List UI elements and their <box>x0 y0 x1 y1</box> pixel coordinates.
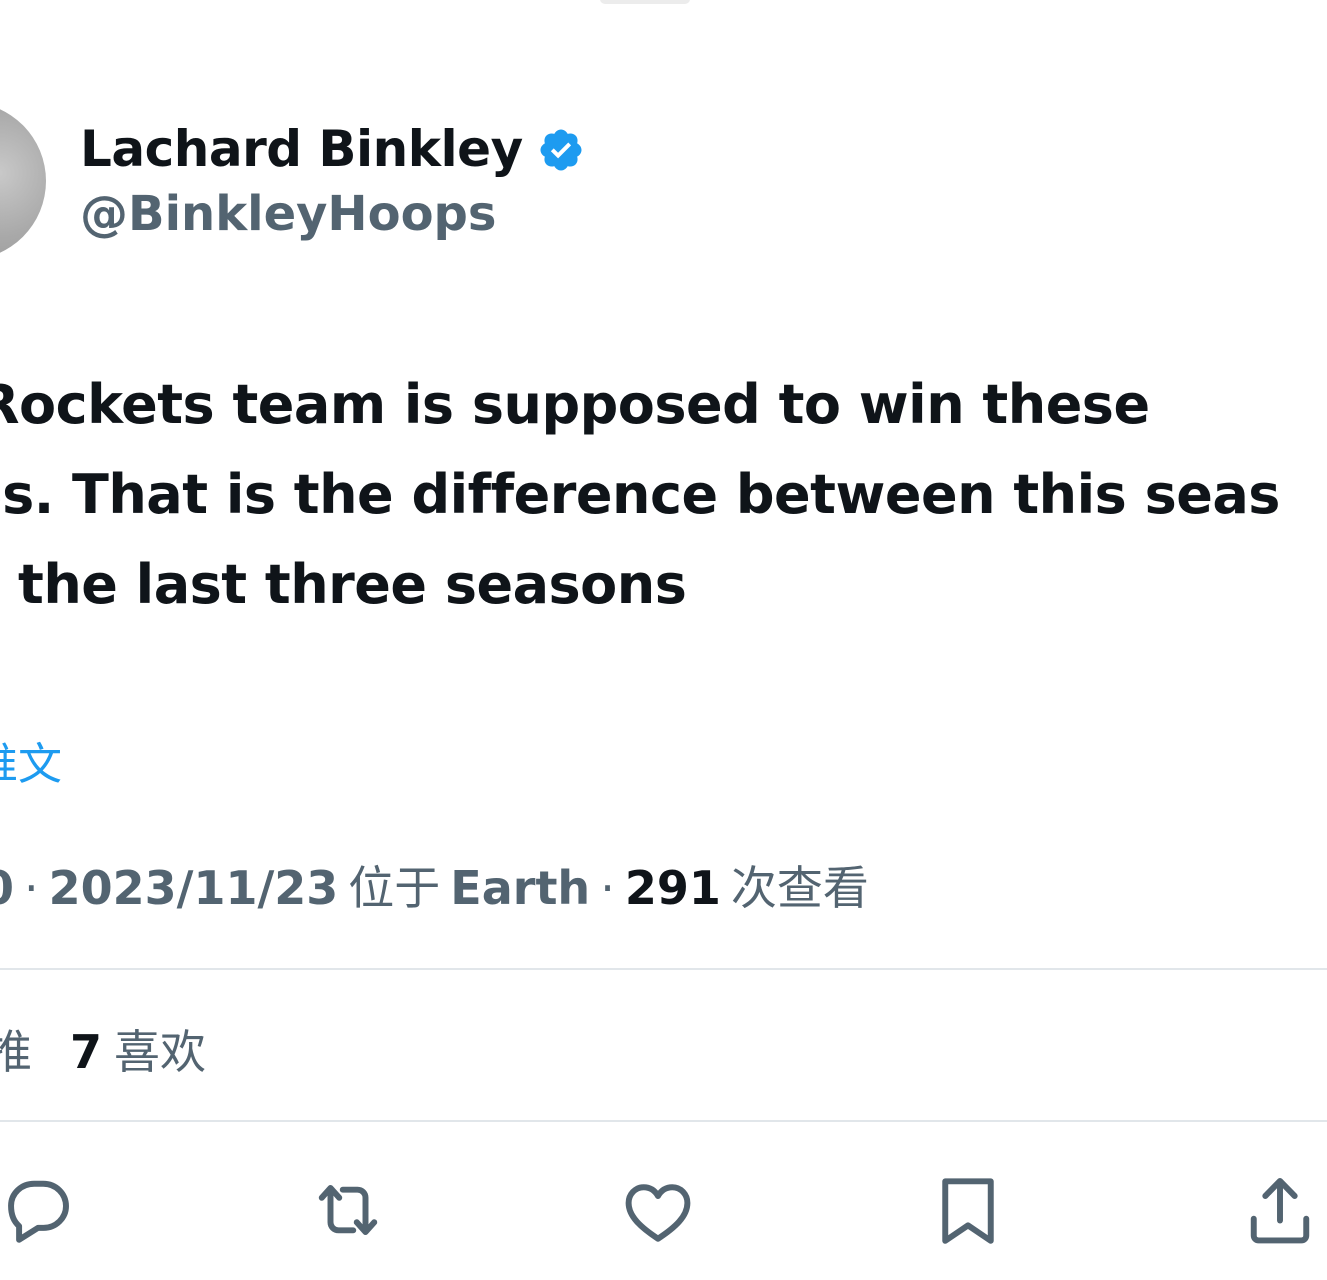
views-count: 291 <box>624 861 721 915</box>
display-name[interactable]: Lachard Binkley <box>80 120 523 178</box>
post-time[interactable]: 0 <box>0 861 14 915</box>
views-label: 次查看 <box>730 861 869 915</box>
tweet-meta: 0 · 2023/11/23 位于 Earth · 291 次查看 <box>0 852 869 918</box>
retweet-icon <box>318 1184 378 1236</box>
retweets-label[interactable]: 推 <box>0 1016 32 1082</box>
heart-icon <box>625 1184 691 1242</box>
like-button[interactable] <box>616 1168 700 1252</box>
top-edge-artifact <box>600 0 690 4</box>
engagement-stats: 推 7 喜欢 <box>0 1016 206 1082</box>
verified-badge-icon <box>540 129 582 171</box>
post-date[interactable]: 2023/11/23 <box>49 861 339 915</box>
avatar[interactable] <box>0 102 46 260</box>
reply-button[interactable] <box>0 1168 80 1252</box>
tweet-line: s Rockets team is supposed to win these <box>0 373 1150 436</box>
tweet-line: the last three seasons <box>18 553 687 616</box>
share-button[interactable] <box>1238 1168 1322 1252</box>
share-icon <box>1250 1177 1310 1244</box>
post-location: Earth <box>450 861 591 915</box>
meta-separator: · <box>600 861 615 915</box>
tweet-line: nes. That is the difference between this… <box>0 463 1280 526</box>
retweet-button[interactable] <box>306 1168 390 1252</box>
location-prefix: 位于 <box>348 861 441 915</box>
bookmark-icon <box>942 1178 994 1244</box>
likes-count[interactable]: 7 <box>70 1025 102 1079</box>
tweet-text: s Rockets team is supposed to win these … <box>0 360 1327 630</box>
divider <box>0 1120 1327 1122</box>
reply-icon <box>8 1180 69 1243</box>
author-name-row: Lachard Binkley <box>80 114 585 184</box>
author-handle[interactable]: @BinkleyHoops <box>80 186 496 242</box>
translate-tweet-link[interactable]: 推文 <box>0 728 62 792</box>
bookmark-button[interactable] <box>926 1168 1010 1252</box>
divider <box>0 968 1327 970</box>
tweet-detail-view: Lachard Binkley @BinkleyHoops s Rockets … <box>0 0 1327 1280</box>
meta-separator: · <box>24 861 39 915</box>
likes-label[interactable]: 喜欢 <box>114 1016 206 1082</box>
